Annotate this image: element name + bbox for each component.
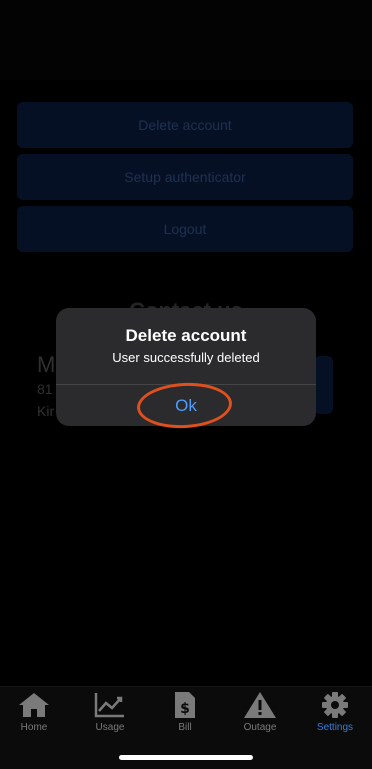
tab-outage-label: Outage [243,722,277,733]
warning-icon [244,692,276,718]
alert-title: Delete account [125,326,247,345]
tab-usage[interactable]: Usage [73,691,147,733]
tab-bill-label: Bill [178,722,192,733]
tab-home[interactable]: Home [0,691,71,733]
tab-settings[interactable]: Settings [298,691,372,733]
tab-outage[interactable]: Outage [223,691,297,733]
tab-usage-label: Usage [95,722,125,733]
chart-icon [94,693,124,718]
svg-text:$: $ [180,701,190,717]
gear-icon [322,692,348,718]
home-indicator [119,755,253,760]
home-icon [19,693,49,717]
alert-message: User successfully deleted [112,350,260,365]
tab-home-label: Home [20,722,48,733]
bill-icon: $ [175,692,195,718]
tab-settings-label: Settings [316,722,354,733]
tab-bill[interactable]: $ Bill [148,691,222,733]
